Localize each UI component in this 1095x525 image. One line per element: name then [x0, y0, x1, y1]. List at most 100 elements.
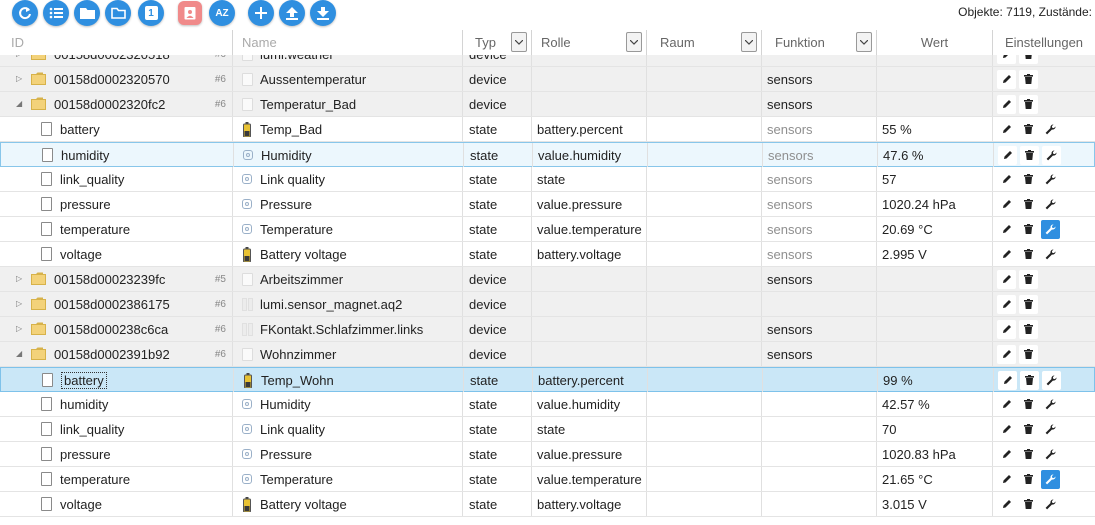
expand-arrow-icon[interactable]: ▷	[16, 55, 22, 58]
add-button[interactable]	[248, 0, 274, 26]
edit-button[interactable]	[997, 494, 1016, 514]
collapse-arrow-icon[interactable]: ◢	[16, 100, 22, 108]
configure-button[interactable]	[1041, 469, 1060, 489]
expand-arrow-icon[interactable]: ▷	[16, 75, 22, 83]
delete-button[interactable]	[1019, 419, 1038, 439]
column-header-value[interactable]: Wert	[876, 30, 992, 55]
configure-button[interactable]	[1041, 194, 1060, 214]
folder-button[interactable]	[74, 0, 100, 26]
expand-arrow-icon[interactable]: ▷	[16, 325, 22, 333]
state-row[interactable]: battery Temp_Wohn state battery.percent 99 %	[0, 367, 1095, 392]
device-row[interactable]: ◢ 00158d0002320fc2 #6 Temperatur_Bad device s…	[0, 92, 1095, 117]
delete-button[interactable]	[1019, 494, 1038, 514]
sort-az-button[interactable]: AZ	[209, 0, 235, 26]
device-row[interactable]: ▷ 00158d000238c6ca #6 FKontakt.Schlafzimmer…	[0, 317, 1095, 342]
device-row[interactable]: ▷ 00158d00023239fc #5 Arbeitszimmer device se…	[0, 267, 1095, 292]
delete-button[interactable]	[1019, 469, 1038, 489]
configure-button[interactable]	[1041, 444, 1060, 464]
column-header-name[interactable]: Name	[232, 30, 462, 55]
state-row[interactable]: voltage Battery voltage state battery.volta…	[0, 492, 1095, 517]
edit-button[interactable]	[997, 294, 1016, 314]
configure-button[interactable]	[1042, 370, 1061, 390]
edit-button[interactable]	[997, 319, 1016, 339]
edit-button[interactable]	[997, 119, 1016, 139]
edit-button[interactable]	[997, 394, 1016, 414]
state-row[interactable]: voltage Battery voltage state battery.volta…	[0, 242, 1095, 267]
list-view-button[interactable]	[43, 0, 69, 26]
delete-button[interactable]	[1019, 69, 1038, 89]
edit-button[interactable]	[997, 219, 1016, 239]
collapse-arrow-icon[interactable]: ◢	[16, 350, 22, 358]
device-row[interactable]: ▷ 00158d0002320570 #6 Aussentemperatur devic…	[0, 67, 1095, 92]
edit-button[interactable]	[997, 269, 1016, 289]
delete-button[interactable]	[1019, 94, 1038, 114]
device-row[interactable]: ◢ 00158d0002391b92 #6 Wohnzimmer device senso…	[0, 342, 1095, 367]
delete-button[interactable]	[1019, 444, 1038, 464]
configure-button[interactable]	[1041, 244, 1060, 264]
delete-button[interactable]	[1020, 145, 1039, 165]
column-header-room[interactable]: Raum	[646, 30, 761, 55]
configure-button[interactable]	[1041, 419, 1060, 439]
state-row[interactable]: battery Temp_Bad state battery.percent senso…	[0, 117, 1095, 142]
delete-button[interactable]	[1020, 370, 1039, 390]
configure-button[interactable]	[1041, 169, 1060, 189]
delete-button[interactable]	[1019, 119, 1038, 139]
delete-button[interactable]	[1019, 169, 1038, 189]
expand-arrow-icon[interactable]: ▷	[16, 300, 22, 308]
upload-button[interactable]	[279, 0, 305, 26]
edit-button[interactable]	[997, 469, 1016, 489]
type-filter-dropdown[interactable]	[511, 32, 527, 52]
edit-button[interactable]	[998, 370, 1017, 390]
state-row[interactable]: link_quality Link quality state state sensor…	[0, 167, 1095, 192]
delete-button[interactable]	[1019, 394, 1038, 414]
delete-button[interactable]	[1019, 344, 1038, 364]
trash-icon	[1024, 399, 1033, 409]
value-cell: 47.6 %	[877, 143, 993, 167]
column-header-function[interactable]: Funktion	[761, 30, 876, 55]
contacts-button[interactable]	[178, 1, 202, 25]
delete-button[interactable]	[1019, 269, 1038, 289]
column-header-type[interactable]: Typ	[462, 30, 531, 55]
delete-button[interactable]	[1019, 194, 1038, 214]
device-row[interactable]: ▷ 00158d0002386175 #6 lumi.sensor_magnet.aq…	[0, 292, 1095, 317]
edit-button[interactable]	[997, 344, 1016, 364]
role-filter-dropdown[interactable]	[626, 32, 642, 52]
numbered-button[interactable]: 1	[138, 0, 164, 26]
edit-button[interactable]	[997, 94, 1016, 114]
edit-button[interactable]	[997, 55, 1016, 64]
delete-button[interactable]	[1019, 219, 1038, 239]
state-row[interactable]: link_quality Link quality state state 70	[0, 417, 1095, 442]
edit-button[interactable]	[998, 145, 1017, 165]
edit-button[interactable]	[997, 444, 1016, 464]
configure-button[interactable]	[1041, 119, 1060, 139]
object-name: Battery voltage	[260, 246, 347, 262]
expand-arrow-icon[interactable]: ▷	[16, 275, 22, 283]
delete-button[interactable]	[1019, 55, 1038, 64]
edit-button[interactable]	[997, 194, 1016, 214]
column-header-role[interactable]: Rolle	[531, 30, 646, 55]
state-row[interactable]: humidity Humidity state value.humidity senso…	[0, 142, 1095, 167]
folder-outline-button[interactable]	[105, 0, 131, 26]
delete-button[interactable]	[1019, 244, 1038, 264]
device-row[interactable]: ▷ 00158d0002320518 #6 lumi.weather device	[0, 55, 1095, 67]
state-row[interactable]: temperature Temperature state value.tempera…	[0, 467, 1095, 492]
function-filter-dropdown[interactable]	[856, 32, 872, 52]
delete-button[interactable]	[1019, 294, 1038, 314]
configure-button[interactable]	[1041, 219, 1060, 239]
state-row[interactable]: humidity Humidity state value.humidity 42.57…	[0, 392, 1095, 417]
state-row[interactable]: pressure Pressure state value.pressure 1020.…	[0, 442, 1095, 467]
column-header-id[interactable]: ID	[0, 30, 232, 55]
state-row[interactable]: pressure Pressure state value.pressure senso…	[0, 192, 1095, 217]
configure-button[interactable]	[1042, 145, 1061, 165]
edit-button[interactable]	[997, 244, 1016, 264]
room-filter-dropdown[interactable]	[741, 32, 757, 52]
state-row[interactable]: temperature Temperature state value.tempera…	[0, 217, 1095, 242]
refresh-button[interactable]	[12, 0, 38, 26]
configure-button[interactable]	[1041, 394, 1060, 414]
edit-button[interactable]	[997, 169, 1016, 189]
edit-button[interactable]	[997, 419, 1016, 439]
delete-button[interactable]	[1019, 319, 1038, 339]
edit-button[interactable]	[997, 69, 1016, 89]
download-button[interactable]	[310, 0, 336, 26]
configure-button[interactable]	[1041, 494, 1060, 514]
